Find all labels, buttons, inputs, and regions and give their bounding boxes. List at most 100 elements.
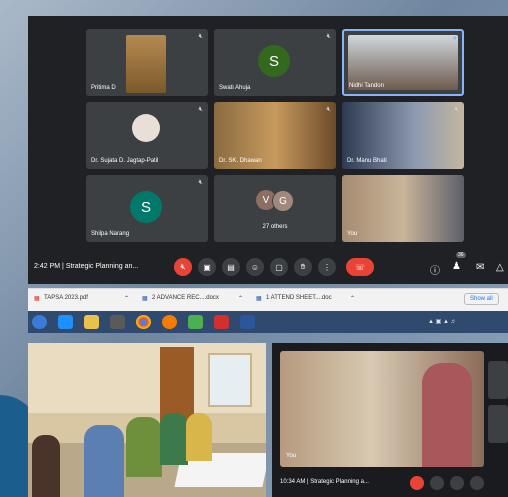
mic-off-icon: 🔇︎ [198,179,203,186]
participant-tile[interactable]: 🔇︎ Dr. Manu Bhati [342,102,464,169]
chevron-up-icon[interactable]: ⌃ [124,295,129,302]
classroom-photo [28,343,266,497]
speaking-icon: ● [452,35,457,42]
firefox-icon[interactable] [162,315,177,329]
separator: | [307,479,309,485]
chat-icon[interactable]: ✉ [476,262,484,273]
mic-off-icon: 🔇︎ [326,33,331,40]
reactions-button[interactable] [470,476,484,490]
meeting-info: 2:42 PM | Strategic Planning an... [34,263,138,270]
person [84,425,124,497]
participant-name: Pritima D [91,85,116,91]
participant-tile[interactable]: 🔇︎ Dr. Sujata D. Jagtap-Patil [86,102,208,169]
camera-button[interactable]: ▣ [198,258,216,276]
mic-off-icon: 🔇︎ [198,106,203,113]
chevron-up-icon[interactable]: ⌃ [238,295,243,302]
end-call-button[interactable]: ☏ [346,258,374,276]
separator: | [62,263,64,270]
mic-off-button[interactable]: 🔇︎ [174,258,192,276]
more-options-button[interactable]: ⋮ [318,258,336,276]
downloads-bar: ▦ TAPSA 2023.pdf ⌃ ▦ 2 ADVANCE REC....do… [28,288,508,311]
word-icon: ▦ [142,296,148,302]
media-icon[interactable] [110,315,125,329]
person [186,413,212,461]
side-tile[interactable] [488,405,508,443]
person [422,363,472,467]
info-icon[interactable]: ⓘ [430,262,440,277]
participant-name: You [286,453,297,459]
present-icon: ▢ [275,262,283,272]
participant-name: Swati Ahuja [219,85,251,91]
participant-name: Dr. Sujata D. Jagtap-Patil [91,158,159,164]
participant-video [342,175,464,242]
meeting-time: 2:42 PM [34,263,61,270]
avatar: S [130,191,162,223]
meeting-info: 10:34 AM | Strategic Planning a... [280,479,369,485]
settings-icon[interactable] [188,315,203,329]
avatar: G [272,190,294,212]
person [126,417,162,477]
participant-name: 27 others [262,224,288,230]
meet-window: 🔇︎ Pritima D S 🔇︎ Swati Ahuja ● Nidhi Ta… [28,16,508,284]
reactions-button[interactable]: ☺ [246,258,264,276]
hand-icon: ✋︎ [300,262,306,271]
participant-tile[interactable]: 🔇︎ Pritima D [86,29,208,96]
participant-name: Nidhi Tandon [349,83,384,89]
start-icon[interactable] [32,315,47,329]
participant-video [126,35,166,93]
meeting-time: 10:34 AM [280,479,306,485]
captions-button[interactable] [450,476,464,490]
person [32,435,60,497]
window [208,353,252,407]
more-vert-icon: ⋮ [323,262,331,272]
taskbar: ▲ ▣ ▲ ♬ [28,311,508,333]
participant-name: Dr. Manu Bhati [347,158,387,164]
meet-window-2: You 10:34 AM | Strategic Planning a... [272,343,508,497]
people-icon[interactable]: ♟ [452,261,461,272]
ie-icon[interactable] [58,315,73,329]
meeting-title: Strategic Planning an... [65,263,139,270]
mic-off-icon: 🔇︎ [326,106,331,113]
chevron-up-icon[interactable]: ⌃ [350,295,355,302]
participant-video [348,35,458,90]
participant-name: Dr. SK. Dhawan [219,158,262,164]
download-item[interactable]: 1 ATTEND SHEET....doc [266,295,332,301]
participant-count-badge: 36 [456,252,466,258]
participant-tile[interactable]: 🔇︎ Dr. SK. Dhawan [214,102,336,169]
phone-hangup-icon: ☏ [354,262,365,272]
mic-off-button[interactable] [410,476,424,490]
word-icon: ▦ [256,296,262,302]
show-all-button[interactable]: Show all [464,293,499,305]
folder-icon[interactable] [84,315,99,329]
participant-name: You [347,231,358,237]
participant-tile[interactable]: S 🔇︎ Shilpa Narang [86,175,208,242]
participant-tile-self[interactable]: You [342,175,464,242]
activities-icon[interactable]: △ [496,262,504,273]
participant-tile-speaking[interactable]: ● Nidhi Tandon [342,29,464,96]
word-icon[interactable] [240,315,255,329]
mic-off-icon: 🔇︎ [454,106,459,113]
download-item[interactable]: TAPSA 2023.pdf [44,295,88,301]
system-tray-icons[interactable]: ▲ ▣ ▲ ♬ [428,318,457,325]
mic-off-icon: 🔇︎ [198,33,203,40]
pdf-icon: ▦ [34,296,40,302]
mic-off-icon: 🔇︎ [180,262,186,271]
present-button[interactable]: ▢ [270,258,288,276]
avatar: S [258,45,290,77]
person [160,413,188,465]
emoji-icon: ☺ [250,262,260,272]
raise-hand-button[interactable]: ✋︎ [294,258,312,276]
captions-icon: ▤ [227,262,235,272]
meeting-title: Strategic Planning a... [310,479,369,485]
participant-tile-others[interactable]: V G 27 others [214,175,336,242]
side-tile[interactable] [488,361,508,399]
captions-button[interactable]: ▤ [222,258,240,276]
download-item[interactable]: 2 ADVANCE REC....docx [152,295,219,301]
participant-tile[interactable]: S 🔇︎ Swati Ahuja [214,29,336,96]
camera-icon: ▣ [203,262,211,272]
pdf-reader-icon[interactable] [214,315,229,329]
chrome-icon[interactable] [136,315,151,329]
participant-name: Shilpa Narang [91,231,130,237]
camera-button[interactable] [430,476,444,490]
avatar [132,114,160,142]
